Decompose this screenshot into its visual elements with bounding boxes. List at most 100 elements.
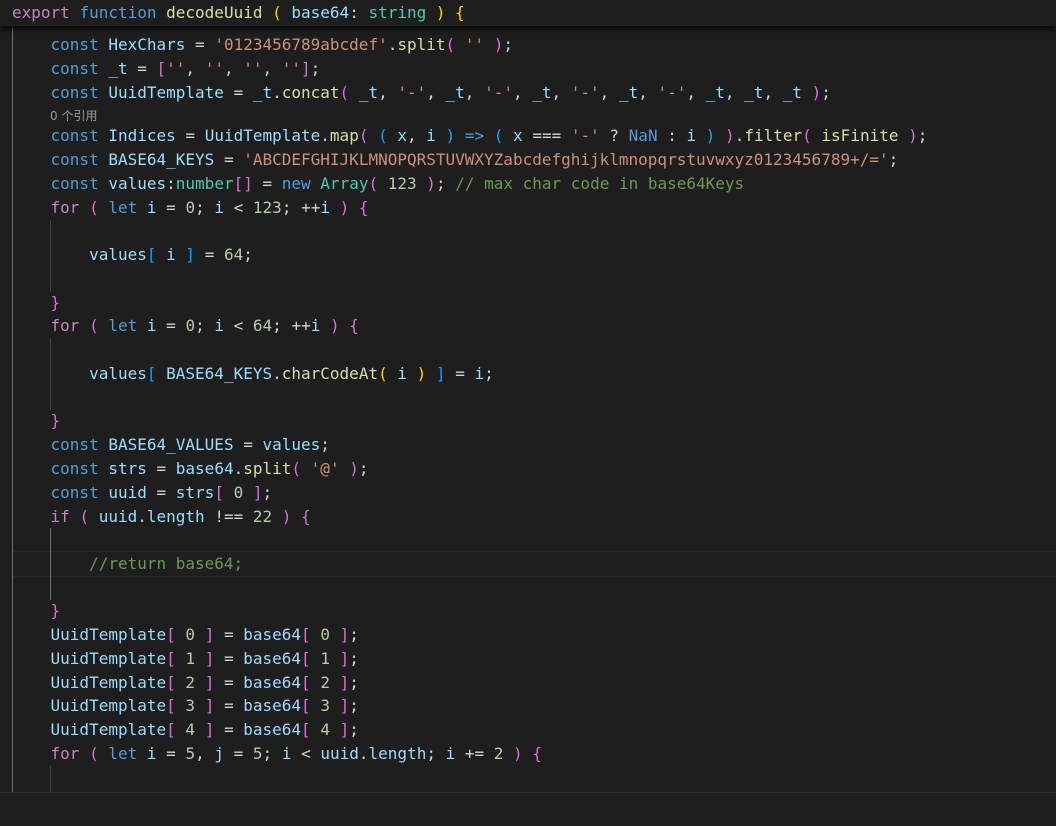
code-token: => [464,126,485,145]
code-line[interactable]: const HexChars = '0123456789abcdef'.spli… [12,33,1056,57]
code-line[interactable]: UuidTemplate[ 0 ] = base64[ 0 ]; [12,623,1056,647]
code-line[interactable] [12,338,1056,362]
code-token: '' [204,59,224,78]
code-line[interactable]: UuidTemplate[ 2 ] = base64[ 2 ]; [12,671,1056,695]
code-token: , [763,83,783,102]
code-token: [] [233,174,253,193]
code-token: ( [89,316,99,335]
code-line[interactable]: const UuidTemplate = _t.concat( _t, '-',… [12,81,1056,105]
code-token: ; [243,245,253,264]
code-token: [ [146,245,157,264]
code-token: UuidTemplate [50,625,167,644]
code-token: 4 [185,720,196,739]
code-token: } [50,293,61,312]
code-token: ] [301,59,311,78]
codelens-references[interactable]: 0 个引用 [50,107,97,125]
code-line[interactable]: for ( let i = 5, j = 5; i < uuid.length;… [12,742,1056,766]
code-editor[interactable]: const HexChars = '0123456789abcdef'.spli… [0,0,1056,826]
code-token: = [156,316,186,335]
sticky-scroll-header[interactable]: export function decodeUuid ( base64: str… [0,0,1056,26]
code-token: 3 [185,696,196,715]
code-token: const [50,126,99,145]
code-token: // max char code in base64Keys [455,174,745,193]
code-token: _t [445,83,465,102]
code-token: , [464,83,485,102]
code-line[interactable]: } [12,599,1056,623]
code-line[interactable]: if ( uuid.length !== 22 ) { [12,505,1056,529]
code-line[interactable]: UuidTemplate[ 3 ] = base64[ 3 ]; [12,694,1056,718]
code-token: ) [705,126,716,145]
code-line[interactable]: //return base64; [12,552,1056,576]
code-line[interactable]: const _t = ['', '', '', '']; [12,57,1056,81]
code-token: , [195,744,215,763]
code-line[interactable]: UuidTemplate[ 4 ] = base64[ 4 ]; [12,718,1056,742]
code-token: = [127,59,157,78]
code-line[interactable]: } [12,409,1056,433]
code-line[interactable]: for ( let i = 0; i < 123; ++i ) { [12,196,1056,220]
code-token: ; [195,316,215,335]
code-token: [ [301,649,311,668]
code-token: length [368,744,427,763]
code-line[interactable]: const strs = base64.split( '@' ); [12,457,1056,481]
code-token: = [214,649,244,668]
code-token: values [262,435,321,454]
code-token: ) [908,126,918,145]
code-line[interactable]: const uuid = strs[ 0 ]; [12,481,1056,505]
code-token: { [349,316,359,335]
code-token: ; [349,625,359,644]
code-token: HexChars [108,35,186,54]
code-line[interactable] [12,386,1056,410]
code-token: UuidTemplate [204,126,321,145]
code-line[interactable]: values[ i ] = 64; [12,243,1056,267]
code-token: base64 [243,696,302,715]
code-token: '-' [484,83,513,102]
indent-guide-for-block [50,766,51,792]
code-token: 123 [387,174,417,193]
code-token: BASE64_KEYS [166,364,273,383]
code-token: += [455,744,494,763]
code-token: [ [166,649,176,668]
code-token: [ [301,720,311,739]
code-token: _t [252,83,273,102]
code-line[interactable] [12,267,1056,291]
code-line[interactable]: const values:number[] = new Array( 123 )… [12,172,1056,196]
code-line[interactable]: for ( let i = 0; i < 64; ++i ) { [12,314,1056,338]
code-token: '-' [397,83,427,102]
code-token: ] [435,364,446,383]
code-line[interactable]: } [12,291,1056,315]
code-line[interactable]: UuidTemplate[ 1 ] = base64[ 1 ]; [12,647,1056,671]
code-token: strs [175,483,215,502]
code-line[interactable]: const BASE64_KEYS = 'ABCDEFGHIJKLMNOPQRS… [12,148,1056,172]
code-token: '@' [310,459,340,478]
sticky-function-signature[interactable]: export function decodeUuid ( base64: str… [12,1,1056,25]
code-token: < [224,198,253,217]
code-token: [ [214,483,224,502]
code-line[interactable]: const BASE64_VALUES = values; [12,433,1056,457]
code-line[interactable] [12,528,1056,552]
code-token: = [195,245,224,264]
code-line[interactable] [12,220,1056,244]
code-line[interactable] [12,576,1056,600]
code-token: i [166,245,176,264]
code-token: , [724,83,745,102]
code-line[interactable]: values[ BASE64_KEYS.charCodeAt( i ) ] = … [12,362,1056,386]
code-token: = [252,174,282,193]
code-token: ] [204,696,215,715]
code-token: { [532,744,542,763]
code-line[interactable]: const Indices = UuidTemplate.map( ( x, i… [12,124,1056,148]
code-token: if [50,507,70,526]
code-token: ; [888,150,899,169]
